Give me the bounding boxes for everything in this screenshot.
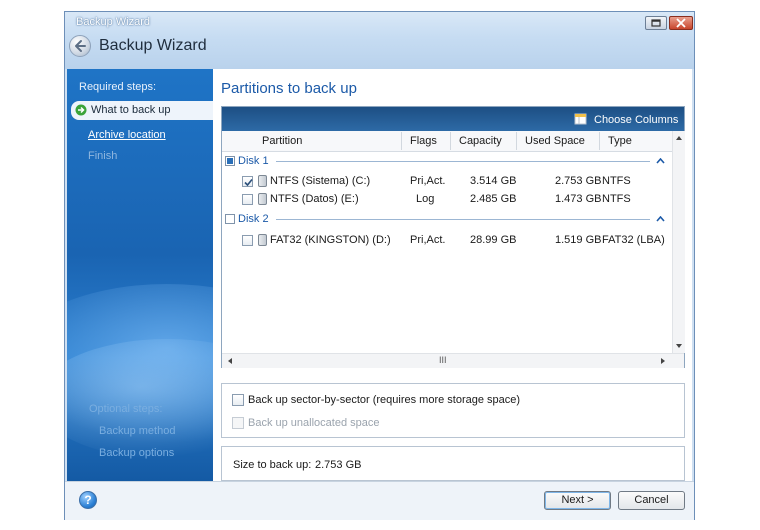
partition-name: NTFS (Sistema) (C:)	[270, 175, 371, 187]
size-value: 2.753 GB	[315, 459, 362, 471]
partition-capacity: 2.485 GB	[470, 193, 517, 205]
step-label: What to back up	[91, 104, 171, 116]
partition-flags: Pri,Act.	[410, 175, 446, 187]
disk-1-label: Disk 1	[238, 155, 269, 167]
backup-wizard-window: Backup Wizard Backup Wizard Required ste…	[64, 11, 695, 520]
backup-options-box: Back up sector-by-sector (requires more …	[221, 383, 685, 438]
column-divider[interactable]	[450, 132, 451, 150]
step-finish: Finish	[88, 150, 118, 162]
window-caption: Backup Wizard	[76, 16, 150, 28]
scroll-down-icon[interactable]	[673, 341, 685, 351]
partition-used-space: 1.473 GB	[555, 193, 602, 205]
partition-checkbox[interactable]	[242, 235, 253, 246]
partition-type: NTFS	[602, 175, 631, 187]
partition-flags: Log	[416, 193, 435, 205]
disk-2-checkbox[interactable]	[225, 214, 235, 224]
partition-checkbox[interactable]	[242, 176, 253, 187]
step-what-to-back-up[interactable]: What to back up	[71, 101, 213, 120]
column-flags[interactable]: Flags	[410, 135, 437, 147]
divider	[276, 161, 650, 162]
column-header: Partition Flags Capacity Used Space Type	[222, 131, 684, 152]
disk-group-2[interactable]: Disk 2	[222, 210, 670, 228]
partition-capacity: 3.514 GB	[470, 175, 517, 187]
disk-2-label: Disk 2	[238, 213, 269, 225]
collapse-icon[interactable]	[656, 216, 665, 222]
help-button[interactable]: ?	[79, 491, 97, 509]
table-toolbar: Choose Columns	[222, 107, 684, 131]
partition-name: FAT32 (KINGSTON) (D:)	[270, 234, 391, 246]
step-archive-location[interactable]: Archive location	[88, 129, 166, 141]
sector-by-sector-label: Back up sector-by-sector (requires more …	[248, 394, 521, 406]
wizard-title: Backup Wizard	[99, 37, 207, 54]
current-step-arrow-icon	[75, 104, 87, 116]
partition-checkbox[interactable]	[242, 194, 253, 205]
hard-disk-icon	[258, 234, 267, 246]
size-summary: Size to back up: 2.753 GB	[221, 446, 685, 481]
back-arrow-icon	[75, 40, 86, 52]
size-label: Size to back up:	[233, 459, 312, 471]
partitions-table: Choose Columns Partition Flags Capacity …	[221, 106, 685, 368]
checkmark-icon	[244, 178, 253, 187]
column-type[interactable]: Type	[608, 135, 632, 147]
partition-capacity: 28.99 GB	[470, 234, 517, 246]
unallocated-label: Back up unallocated space	[248, 417, 380, 429]
partition-used-space: 1.519 GB	[555, 234, 602, 246]
disk-group-1[interactable]: Disk 1	[222, 152, 670, 170]
close-button[interactable]	[669, 16, 693, 30]
horizontal-scrollbar[interactable]: III	[222, 353, 684, 368]
partition-used-space: 2.753 GB	[555, 175, 602, 187]
optional-steps-label: Optional steps:	[89, 403, 163, 415]
table-row[interactable]: NTFS (Datos) (E:) Log 2.485 GB 1.473 GB …	[222, 190, 670, 208]
column-divider[interactable]	[401, 132, 402, 150]
main-panel: Partitions to back up Choose Columns Par…	[213, 69, 692, 481]
vertical-scrollbar[interactable]	[672, 131, 685, 353]
sidebar-decoration	[67, 339, 213, 459]
column-divider[interactable]	[599, 132, 600, 150]
scroll-right-icon[interactable]	[658, 355, 668, 367]
restore-button[interactable]	[645, 16, 667, 30]
column-used-space[interactable]: Used Space	[525, 135, 585, 147]
hard-disk-icon	[258, 193, 267, 205]
back-button[interactable]	[69, 35, 91, 57]
step-backup-method[interactable]: Backup method	[99, 425, 175, 437]
partition-type: NTFS	[602, 193, 631, 205]
wizard-sidebar: Required steps: What to back up Archive …	[67, 69, 213, 481]
partition-name: NTFS (Datos) (E:)	[270, 193, 359, 205]
column-capacity[interactable]: Capacity	[459, 135, 502, 147]
required-steps-label: Required steps:	[79, 81, 157, 93]
column-partition[interactable]: Partition	[262, 135, 302, 147]
collapse-icon[interactable]	[656, 158, 665, 164]
restore-icon	[651, 19, 661, 27]
button-bar: ? Next > Cancel	[65, 481, 694, 520]
partition-type: FAT32 (LBA)	[602, 234, 665, 246]
table-row[interactable]: FAT32 (KINGSTON) (D:) Pri,Act. 28.99 GB …	[222, 231, 670, 249]
next-button[interactable]: Next >	[544, 491, 611, 510]
choose-columns-icon[interactable]	[574, 113, 588, 125]
choose-columns-button[interactable]: Choose Columns	[594, 114, 678, 126]
step-backup-options[interactable]: Backup options	[99, 447, 174, 459]
table-row[interactable]: NTFS (Sistema) (C:) Pri,Act. 3.514 GB 2.…	[222, 172, 670, 190]
unallocated-checkbox	[232, 417, 244, 429]
column-divider[interactable]	[516, 132, 517, 150]
scroll-left-icon[interactable]	[225, 355, 235, 367]
close-icon	[676, 18, 686, 28]
scroll-up-icon[interactable]	[673, 133, 685, 143]
title-bar: Backup Wizard Backup Wizard	[65, 12, 694, 69]
page-title: Partitions to back up	[221, 80, 357, 97]
scroll-thumb-grip[interactable]: III	[439, 355, 447, 365]
cancel-button[interactable]: Cancel	[618, 491, 685, 510]
disk-1-checkbox[interactable]	[225, 156, 235, 166]
divider	[276, 219, 650, 220]
sector-by-sector-checkbox[interactable]	[232, 394, 244, 406]
partition-flags: Pri,Act.	[410, 234, 446, 246]
hard-disk-icon	[258, 175, 267, 187]
